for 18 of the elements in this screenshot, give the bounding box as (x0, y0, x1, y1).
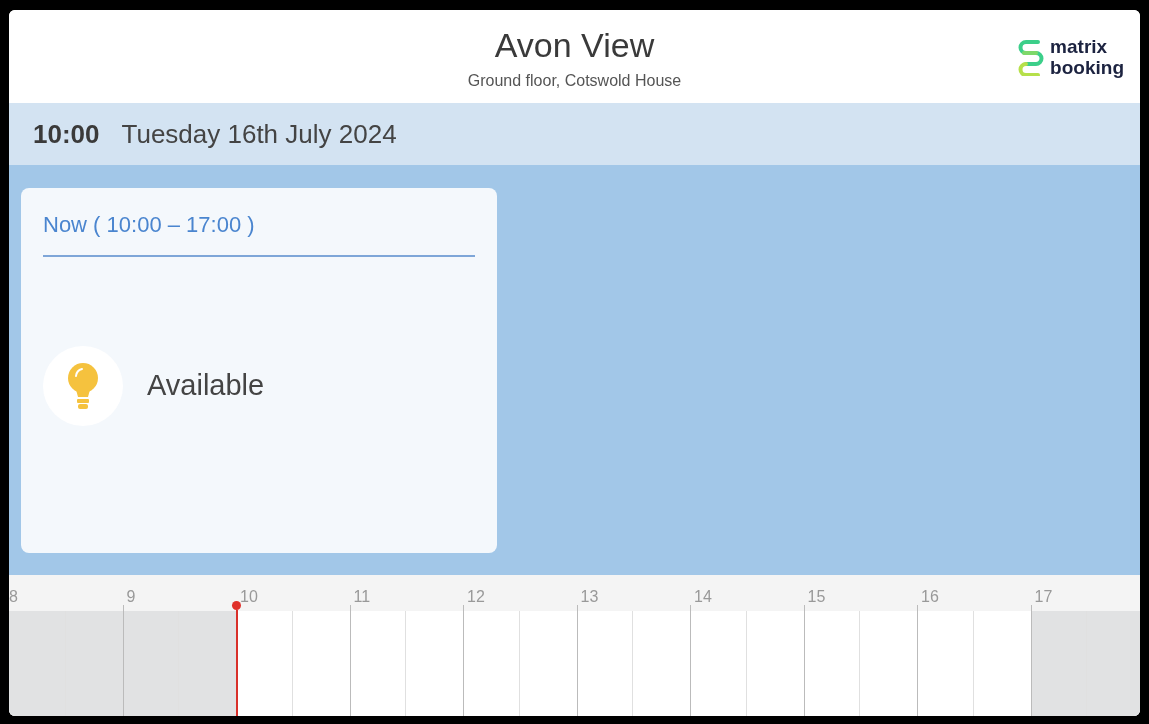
hour-label: 10 (240, 587, 258, 607)
hour-label: 11 (353, 587, 371, 607)
logo-text: matrix booking (1050, 36, 1124, 78)
hour-label: 15 (807, 587, 826, 607)
status-text: Available (147, 368, 265, 404)
room-title: Avon View (494, 25, 655, 67)
hour-label: 9 (126, 587, 136, 607)
current-date: Tuesday 16th July 2024 (121, 117, 397, 151)
hour-label: 14 (694, 587, 712, 607)
hour-label: 12 (467, 587, 485, 607)
hour-label: 16 (921, 587, 939, 607)
hour-label: 8 (9, 587, 18, 607)
booking-period: Now ( 10:00 – 17:00 ) (43, 208, 475, 257)
current-time: 10:00 (33, 117, 100, 151)
hour-label: 13 (580, 587, 599, 607)
room-location: Ground floor, Cotswold House (467, 70, 682, 91)
hour-label: 17 (1034, 587, 1053, 607)
logo-icon (1018, 38, 1045, 76)
